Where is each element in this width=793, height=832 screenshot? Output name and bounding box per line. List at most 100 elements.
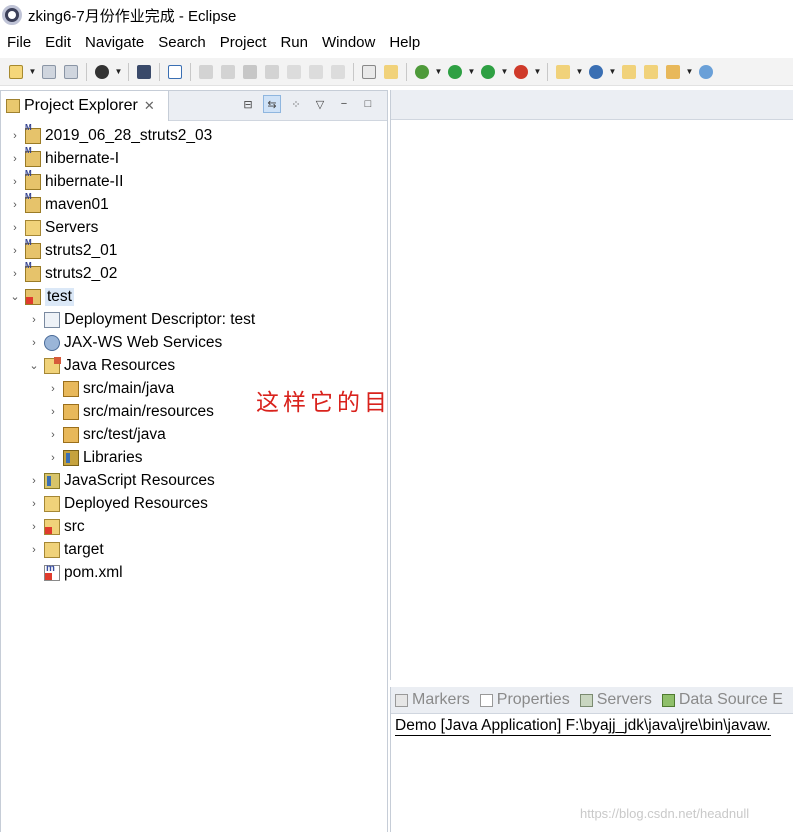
debug-dropdown-icon[interactable]: ▼ [434, 62, 443, 82]
filter-icon[interactable]: ⁘ [287, 95, 305, 113]
title-bar: zking6-7月份作业完成 - Eclipse [0, 0, 793, 30]
resume-icon[interactable] [196, 62, 216, 82]
debug-icon[interactable] [412, 62, 432, 82]
suspend-icon[interactable] [218, 62, 238, 82]
toolbar-separator [547, 62, 548, 81]
maximize-icon[interactable]: □ [359, 95, 377, 113]
menu-search[interactable]: Search [151, 34, 213, 51]
chevron-right-icon[interactable]: › [9, 245, 21, 257]
tab-data-source-explorer[interactable]: Data Source E [661, 691, 783, 709]
tree-item[interactable]: › hibernate-II [9, 169, 124, 193]
chevron-down-icon[interactable]: ⌄ [9, 291, 21, 303]
chevron-down-icon[interactable]: ⌄ [28, 360, 40, 372]
step-return-icon[interactable] [328, 62, 348, 82]
search-tool-icon[interactable] [663, 62, 683, 82]
tree-item[interactable]: ⌄ test [9, 285, 74, 308]
tree-item[interactable]: › JavaScript Resources [28, 469, 215, 492]
tree-item[interactable]: › src/main/java [47, 377, 174, 400]
tree-item[interactable]: › 2019_06_28_struts2_03 [9, 123, 213, 147]
chevron-right-icon[interactable]: › [28, 521, 40, 533]
tree-item[interactable]: › struts2_01 [9, 238, 117, 262]
chevron-right-icon[interactable]: › [28, 475, 40, 487]
link-with-editor-icon[interactable]: ⇆ [263, 95, 281, 113]
tree-item-label: target [64, 540, 104, 558]
menu-help[interactable]: Help [382, 34, 427, 51]
globe-icon[interactable] [696, 62, 716, 82]
save-all-icon[interactable] [61, 62, 81, 82]
tree-item[interactable]: › Servers [9, 216, 98, 239]
profile-dropdown-icon[interactable]: ▼ [114, 62, 123, 82]
tree-item-label: 2019_06_28_struts2_03 [45, 126, 213, 144]
tab-project-explorer[interactable]: Project Explorer ✕ [1, 91, 169, 121]
menu-navigate[interactable]: Navigate [78, 34, 151, 51]
coverage-icon[interactable] [478, 62, 498, 82]
minimize-icon[interactable]: − [335, 95, 353, 113]
window-title: zking6-7月份作业完成 - Eclipse [28, 7, 237, 25]
menu-file[interactable]: File [0, 34, 38, 51]
tree-item[interactable]: › target [28, 538, 104, 561]
chevron-right-icon[interactable]: › [9, 176, 21, 188]
open-folder-icon[interactable] [641, 62, 661, 82]
menu-project[interactable]: Project [213, 34, 274, 51]
console-icon[interactable] [134, 62, 154, 82]
new-package-icon[interactable] [553, 62, 573, 82]
tab-servers[interactable]: Servers [579, 691, 652, 709]
search-dropdown-icon[interactable]: ▼ [685, 62, 694, 82]
tree-item[interactable]: › Deployed Resources [28, 492, 208, 515]
terminate-icon[interactable] [240, 62, 260, 82]
menu-run[interactable]: Run [273, 34, 315, 51]
tab-markers[interactable]: Markers [395, 691, 470, 709]
tree-item[interactable]: › src/test/java [47, 423, 166, 446]
new-class-dropdown-icon[interactable]: ▼ [608, 62, 617, 82]
drop-to-frame-icon[interactable] [381, 62, 401, 82]
chevron-right-icon[interactable]: › [9, 130, 21, 142]
chevron-right-icon[interactable]: › [9, 199, 21, 211]
chevron-right-icon[interactable]: › [9, 222, 21, 234]
new-icon[interactable] [6, 62, 26, 82]
javascript-resources-icon [44, 472, 60, 489]
chevron-right-icon[interactable]: › [9, 268, 21, 280]
chevron-right-icon[interactable]: › [47, 406, 59, 418]
chevron-right-icon[interactable]: › [47, 429, 59, 441]
chevron-right-icon[interactable]: › [47, 383, 59, 395]
disconnect-icon[interactable] [262, 62, 282, 82]
tree-item[interactable]: › src/main/resources [47, 400, 214, 423]
tab-properties[interactable]: Properties [479, 691, 570, 709]
tree-item[interactable]: › hibernate-I [9, 146, 119, 170]
chevron-right-icon[interactable]: › [28, 498, 40, 510]
new-dropdown-icon[interactable]: ▼ [28, 62, 37, 82]
tree-item[interactable]: › JAX-WS Web Services [28, 331, 222, 354]
chevron-right-icon[interactable]: › [28, 314, 40, 326]
skip-breakpoints-icon[interactable] [165, 62, 185, 82]
run-icon[interactable] [445, 62, 465, 82]
tree-item[interactable]: › Libraries [47, 446, 142, 469]
chevron-right-icon[interactable]: › [47, 452, 59, 464]
chevron-right-icon[interactable]: › [9, 153, 21, 165]
chevron-right-icon[interactable]: › [28, 544, 40, 556]
tree-item[interactable]: pom.xml [28, 561, 123, 584]
tree-item-label: hibernate-II [45, 172, 124, 190]
coverage-dropdown-icon[interactable]: ▼ [500, 62, 509, 82]
tree-item[interactable]: ⌄ Java Resources [28, 354, 175, 377]
tree-item[interactable]: › maven01 [9, 192, 109, 216]
run-dropdown-icon[interactable]: ▼ [467, 62, 476, 82]
view-menu-icon[interactable]: ▽ [311, 95, 329, 113]
close-icon[interactable]: ✕ [144, 98, 155, 114]
profile-icon[interactable] [92, 62, 112, 82]
step-over-icon[interactable] [306, 62, 326, 82]
use-step-filters-icon[interactable] [359, 62, 379, 82]
tree-item[interactable]: › src [28, 515, 85, 538]
external-tools-icon[interactable] [511, 62, 531, 82]
tree-item[interactable]: › struts2_02 [9, 261, 117, 285]
tree-item[interactable]: › Deployment Descriptor: test [28, 308, 255, 331]
step-into-icon[interactable] [284, 62, 304, 82]
new-package-dropdown-icon[interactable]: ▼ [575, 62, 584, 82]
external-tools-dropdown-icon[interactable]: ▼ [533, 62, 542, 82]
chevron-right-icon[interactable]: › [28, 337, 40, 349]
new-class-icon[interactable] [586, 62, 606, 82]
open-type-icon[interactable] [619, 62, 639, 82]
collapse-all-icon[interactable]: ⊟ [239, 95, 257, 113]
save-icon[interactable] [39, 62, 59, 82]
menu-edit[interactable]: Edit [38, 34, 78, 51]
menu-window[interactable]: Window [315, 34, 382, 51]
